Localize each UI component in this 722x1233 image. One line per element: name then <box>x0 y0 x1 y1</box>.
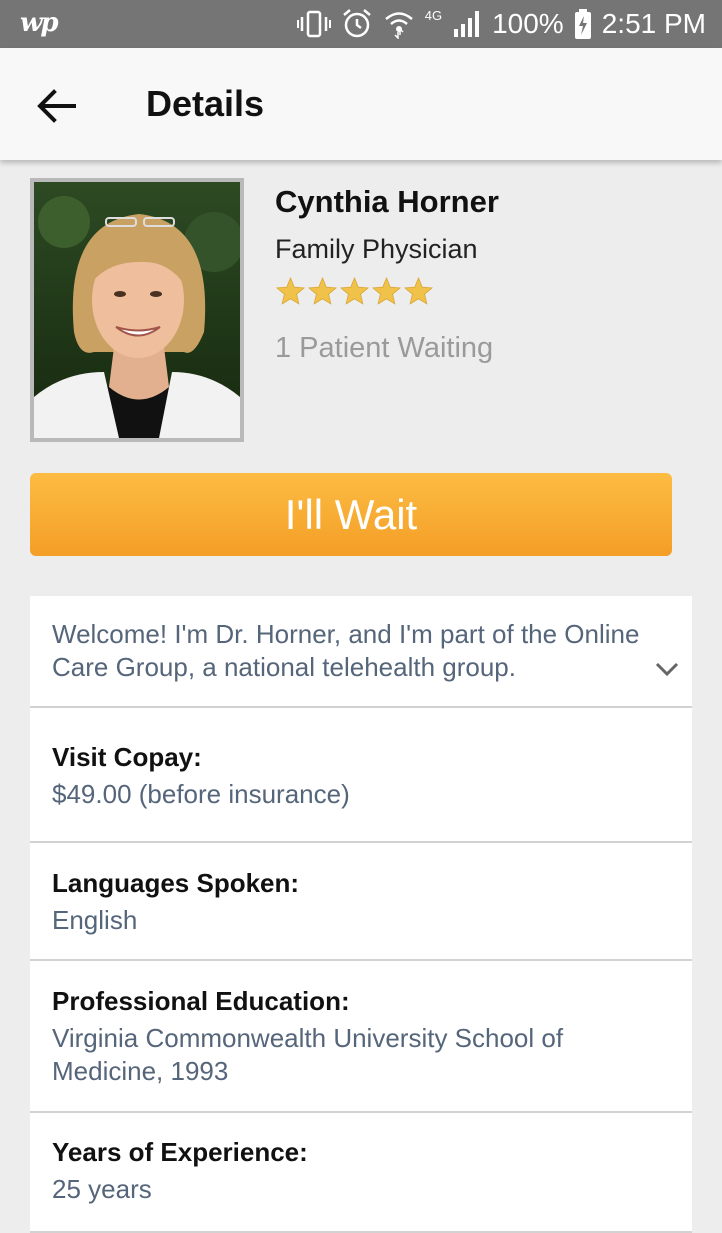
star-icon <box>339 276 370 305</box>
page-title: Details <box>146 83 265 124</box>
alarm-icon <box>342 9 371 38</box>
wifi-icon <box>384 12 413 39</box>
languages-card: Languages Spoken: English <box>30 843 692 961</box>
experience-value: 25 years <box>52 1174 152 1204</box>
signal-icon <box>454 11 480 37</box>
languages-value: English <box>52 905 138 935</box>
ill-wait-button[interactable]: I'll Wait <box>30 473 672 556</box>
experience-label: Years of Experience: <box>52 1137 308 1167</box>
status-icons: 4G 100% 2:51 PM <box>296 0 706 48</box>
copay-value: $49.00 (before insurance) <box>52 779 350 809</box>
intro-text: Welcome! I'm Dr. Horner, and I'm part of… <box>52 619 640 682</box>
doctor-portrait-image <box>34 182 244 438</box>
doctor-specialty: Family Physician <box>275 234 478 264</box>
doctor-name: Cynthia Horner <box>275 184 499 219</box>
copay-label: Visit Copay: <box>52 742 202 772</box>
arrow-back-icon[interactable] <box>34 86 78 126</box>
chevron-down-icon[interactable] <box>654 660 680 678</box>
rating-stars <box>275 276 434 307</box>
doctor-photo <box>30 178 244 442</box>
app-badge: wp <box>20 8 59 38</box>
star-icon <box>403 276 434 305</box>
star-icon <box>371 276 402 305</box>
education-value: Virginia Commonwealth University School … <box>52 1023 564 1086</box>
intro-card[interactable]: Welcome! I'm Dr. Horner, and I'm part of… <box>30 596 692 708</box>
app-bar: Details <box>0 48 722 160</box>
battery-percent: 100% <box>492 8 564 39</box>
education-label: Professional Education: <box>52 986 350 1016</box>
languages-label: Languages Spoken: <box>52 868 300 898</box>
experience-card: Years of Experience: 25 years <box>30 1113 692 1233</box>
star-icon <box>307 276 338 305</box>
copay-card: Visit Copay: $49.00 (before insurance) <box>30 708 692 843</box>
network-type: 4G <box>424 8 443 23</box>
status-time: 2:51 PM <box>601 8 706 39</box>
status-bar: wp 4G 100% 2:51 PM <box>0 0 722 48</box>
patients-waiting: 1 Patient Waiting <box>275 332 494 364</box>
star-icon <box>275 276 306 305</box>
education-card: Professional Education: Virginia Commonw… <box>30 961 692 1113</box>
battery-charging-icon <box>574 9 591 39</box>
vibrate-icon <box>296 10 331 38</box>
